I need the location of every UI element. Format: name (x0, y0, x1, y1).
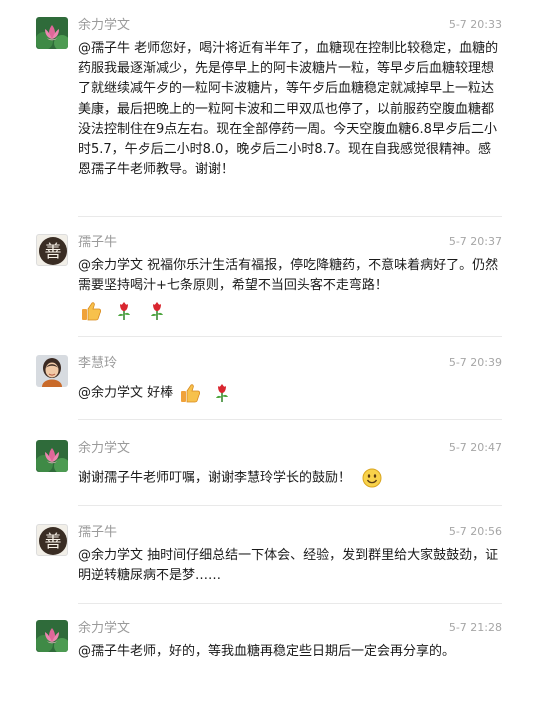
sender-name[interactable]: 余力学文 (78, 17, 130, 35)
message-divider (78, 419, 502, 420)
message-timestamp: 5-7 20:47 (448, 441, 502, 454)
sender-name[interactable]: 孺子牛 (78, 524, 117, 542)
rose-icon (146, 301, 168, 321)
sender-name[interactable]: 余力学文 (78, 620, 130, 638)
message-timestamp: 5-7 20:39 (448, 356, 502, 369)
message-text: 谢谢孺子牛老师叮嘱，谢谢李慧玲学长的鼓励！ (78, 468, 502, 489)
thumbs-up-icon (80, 301, 102, 321)
message-text: @余力学文 好棒 (78, 383, 502, 404)
avatar-character: 善 (45, 532, 62, 552)
sender-name[interactable]: 孺子牛 (78, 234, 117, 252)
lotus-flower-icon[interactable] (36, 440, 68, 472)
message-text: @余力学文 祝福你乐汁生活有福报，停吃降糖药，不意味着病好了。仍然需要坚持喝汁+… (78, 258, 499, 294)
message-text: @孺子牛老师，好的，等我血糖再稳定些日期后一定会再分享的。 (78, 644, 456, 659)
message-timestamp: 5-7 20:33 (448, 18, 502, 31)
message-divider (78, 505, 502, 506)
rose-icon (211, 383, 233, 403)
message-text: @余力学文 抽时间仔细总结一下体会、经验，发到群里给大家鼓鼓劲，证明逆转糖尿病不… (78, 548, 499, 584)
message-divider (78, 603, 502, 604)
message-text: @孺子牛 老师您好，喝汁将近有半年了，血糖现在控制比较稳定，血糖的药服我最逐渐减… (78, 41, 499, 178)
message-text-body: @余力学文 好棒 (78, 385, 174, 401)
sender-name[interactable]: 李慧玲 (78, 355, 117, 373)
message-timestamp: 5-7 20:37 (448, 235, 502, 248)
calligraphy-character-icon[interactable]: 善 (36, 234, 68, 266)
calligraphy-character-icon[interactable]: 善 (36, 524, 68, 556)
sender-name[interactable]: 余力学文 (78, 440, 130, 458)
message-text-body: 谢谢孺子牛老师叮嘱，谢谢李慧玲学长的鼓励！ (78, 470, 352, 486)
message-divider (78, 216, 502, 217)
thumbs-up-icon (179, 383, 201, 403)
message-divider (78, 336, 502, 337)
user-photo-icon[interactable] (36, 355, 68, 387)
message-timestamp: 5-7 20:56 (448, 525, 502, 538)
lotus-flower-icon[interactable] (36, 620, 68, 652)
message-timestamp: 5-7 21:28 (448, 621, 502, 634)
rose-icon (113, 301, 135, 321)
avatar-character: 善 (45, 242, 62, 262)
lotus-flower-icon[interactable] (36, 17, 68, 49)
emoji-row (80, 300, 174, 321)
smile-face-icon (361, 468, 383, 488)
